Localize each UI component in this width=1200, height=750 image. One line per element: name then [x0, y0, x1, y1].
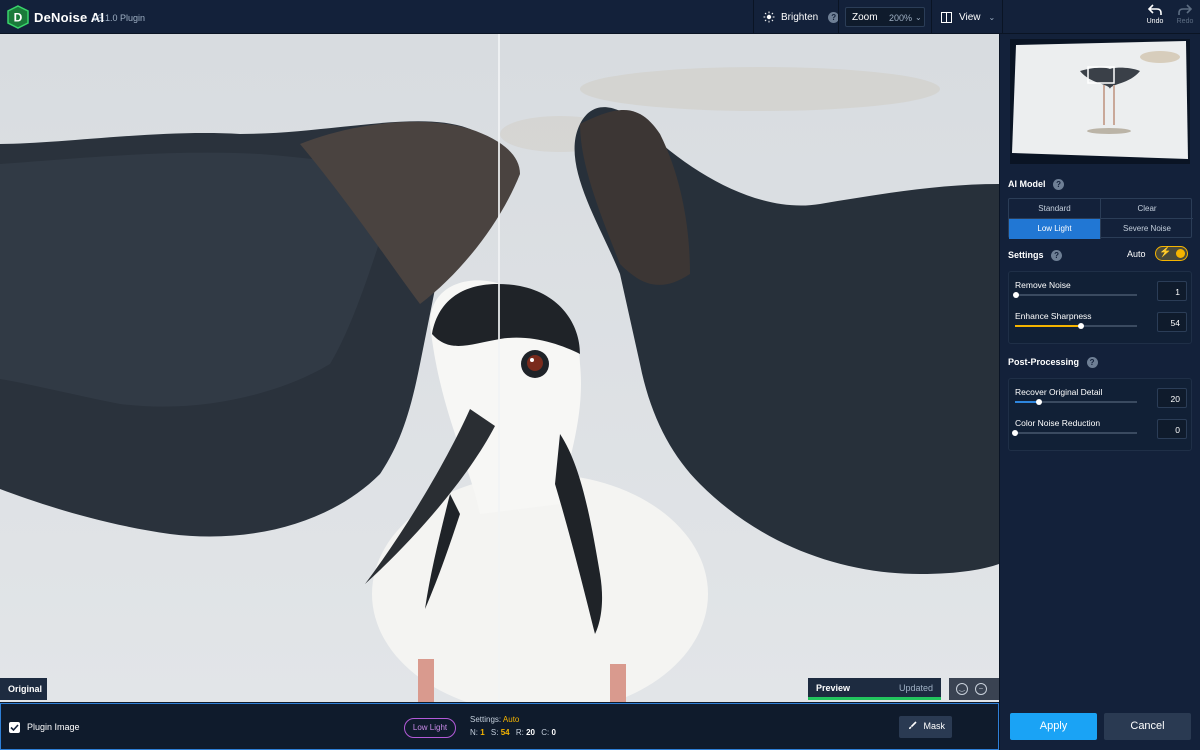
preview-status: Updated [898, 683, 933, 693]
enhance-sharpness-slider[interactable] [1015, 323, 1137, 329]
denoise-logo-icon: D [7, 5, 29, 29]
brighten-label: Brighten [781, 11, 819, 23]
r-label: R: [515, 728, 524, 737]
chevron-down-icon: ⌄ [988, 12, 996, 22]
zoom-value: 200% [889, 13, 913, 23]
cancel-button[interactable]: Cancel [1104, 713, 1191, 740]
color-noise-label: Color Noise Reduction [1015, 418, 1101, 428]
model-badge: Low Light [404, 718, 456, 738]
model-severe-noise-button[interactable]: Severe Noise [1101, 219, 1193, 239]
remove-noise-label: Remove Noise [1015, 280, 1071, 290]
ai-model-help-icon[interactable]: ? [1053, 179, 1065, 190]
checkmark-icon [10, 724, 19, 732]
chevron-down-icon: ⌄ [915, 13, 922, 22]
lightning-icon: ⚡ [1159, 247, 1172, 258]
ai-model-selector: Standard Clear Low Light Severe Noise [1008, 198, 1193, 239]
recover-detail-value[interactable]: 20 [1157, 388, 1187, 408]
settings-values: N: 1 S: 54 R: 20 C: 0 [470, 728, 556, 737]
c-label: C: [541, 728, 550, 737]
ai-model-title-text: AI Model [1008, 179, 1046, 189]
navigator-preview [1012, 41, 1188, 159]
mask-label: Mask [923, 721, 946, 731]
comparison-split-line[interactable] [498, 34, 500, 702]
undo-icon [1147, 4, 1162, 15]
sun-icon [763, 11, 775, 23]
redo-button[interactable]: Redo [1170, 4, 1200, 25]
n-value: 1 [480, 728, 485, 737]
undo-button[interactable]: Undo [1140, 4, 1170, 25]
view-dropdown[interactable]: View ⌄ [941, 0, 995, 34]
settings-title-text: Settings [1008, 250, 1044, 260]
original-label: Original [0, 678, 47, 700]
auto-toggle[interactable]: ⚡ [1155, 246, 1188, 261]
neutral-face-icon[interactable]: – [975, 683, 987, 695]
toolbar-divider [1002, 0, 1003, 34]
zoom-dropdown[interactable]: Zoom 200% ⌄ [845, 7, 925, 27]
n-label: N: [470, 728, 478, 737]
settings-slider-group: Remove Noise 1 Enhance Sharpness 54 [1008, 271, 1192, 344]
bottom-status-bar: Plugin Image Low Light Settings: Auto N:… [0, 703, 999, 750]
preview-label: Preview [816, 683, 851, 693]
enhance-sharpness-fill [1015, 325, 1081, 327]
undo-label: Undo [1146, 18, 1164, 25]
redo-label: Redo [1176, 18, 1194, 25]
image-canvas[interactable] [0, 34, 999, 702]
color-noise-value[interactable]: 0 [1157, 419, 1187, 439]
toolbar-divider [931, 0, 932, 34]
settings-summary: Settings: Auto [470, 715, 519, 724]
redo-icon [1178, 4, 1193, 15]
toolbar-divider [753, 0, 754, 34]
feedback-box: ‿ – [949, 678, 999, 700]
brighten-button[interactable]: Brighten ? [763, 0, 840, 34]
s-label: S: [490, 728, 499, 737]
svg-text:D: D [14, 11, 23, 25]
c-value: 0 [551, 728, 556, 737]
settings-help-icon[interactable]: ? [1051, 250, 1063, 261]
model-low-light-button[interactable]: Low Light [1009, 219, 1101, 239]
settings-prefix: Settings: [470, 715, 502, 724]
enhance-sharpness-label: Enhance Sharpness [1015, 311, 1092, 321]
color-noise-knob[interactable] [1012, 430, 1018, 436]
post-processing-slider-group: Recover Original Detail 20 Color Noise R… [1008, 378, 1192, 451]
enhance-sharpness-value[interactable]: 54 [1157, 312, 1187, 332]
post-processing-title-text: Post-Processing [1008, 357, 1080, 367]
settings-mode: Auto [502, 715, 520, 724]
toggle-knob [1176, 249, 1185, 258]
post-processing-title: Post-Processing ? [1008, 357, 1098, 368]
remove-noise-slider[interactable] [1013, 292, 1137, 298]
auto-label: Auto [1127, 249, 1146, 259]
preview-progress-bar [808, 697, 941, 700]
top-toolbar: D DeNoise AI v3.1.0 Plugin Brighten ? Zo… [0, 0, 1200, 34]
apply-button[interactable]: Apply [1010, 713, 1097, 740]
recover-detail-label: Recover Original Detail [1015, 387, 1103, 397]
settings-title: Settings ? [1008, 250, 1063, 261]
app-version: v3.1.0 Plugin [93, 13, 146, 23]
plugin-image-checkbox[interactable] [9, 722, 20, 733]
navigator-thumbnail[interactable] [1010, 39, 1190, 164]
model-clear-button[interactable]: Clear [1101, 199, 1193, 219]
color-noise-slider[interactable] [1012, 430, 1137, 436]
zoom-label: Zoom [852, 12, 878, 23]
toolbar-divider [838, 0, 839, 34]
settings-panel: AI Model ? Standard Clear Low Light Seve… [999, 34, 1200, 750]
plugin-image-label: Plugin Image [27, 722, 80, 732]
model-standard-button[interactable]: Standard [1009, 199, 1101, 219]
remove-noise-value[interactable]: 1 [1157, 281, 1187, 301]
happy-face-icon[interactable]: ‿ [956, 683, 968, 695]
preview-status-bar: Preview Updated [808, 678, 941, 700]
ai-model-title: AI Model ? [1008, 179, 1065, 190]
r-value: 20 [526, 728, 535, 737]
brush-icon [909, 721, 917, 729]
view-label: View [959, 11, 981, 23]
s-value: 54 [500, 728, 510, 737]
split-view-icon [941, 11, 952, 23]
mask-button[interactable]: Mask [899, 716, 952, 738]
recover-detail-knob[interactable] [1036, 399, 1043, 405]
enhance-sharpness-knob[interactable] [1077, 323, 1084, 329]
recover-detail-slider[interactable] [1015, 399, 1137, 405]
post-processing-help-icon[interactable]: ? [1086, 357, 1098, 368]
remove-noise-knob[interactable] [1013, 292, 1020, 298]
